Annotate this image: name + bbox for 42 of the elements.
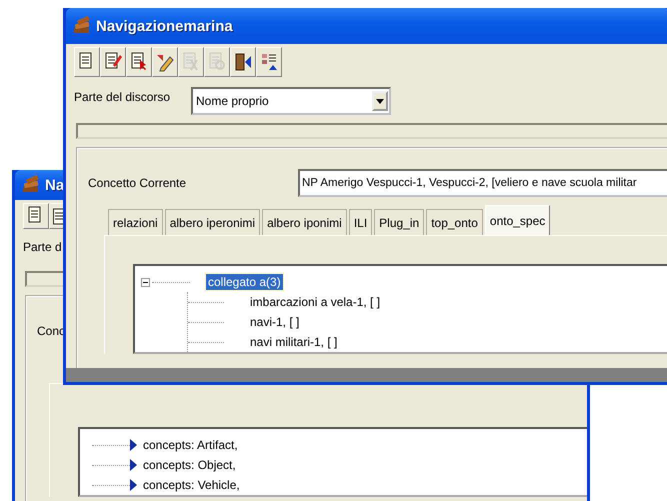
tree-item[interactable]: navi militari-1, [ ] [248, 334, 340, 350]
toolbar-button[interactable] [23, 203, 49, 229]
tab[interactable]: relazioni [108, 209, 163, 235]
field-label: Parte d [23, 240, 63, 254]
toolbar-button[interactable] [230, 47, 256, 77]
door-icon [233, 52, 253, 72]
document-icon [53, 208, 63, 224]
collapse-toggle[interactable] [141, 278, 150, 286]
tree-item[interactable]: concepts: Artifact, [141, 437, 240, 453]
toolbar-button[interactable] [74, 47, 100, 77]
books-icon [72, 16, 92, 36]
dropdown-arrow-icon [376, 98, 384, 104]
tab[interactable]: albero iponimi [262, 209, 347, 235]
tree-item[interactable]: navi-1, [ ] [248, 314, 302, 330]
current-concept-field[interactable]: NP Amerigo Vespucci-1, Vespucci-2, [veliero e nave scuola militar [298, 169, 667, 197]
toolbar-button[interactable] [256, 47, 282, 77]
toolbar-button[interactable] [126, 47, 152, 77]
part-of-speech-dropdown[interactable]: Nome proprio [191, 87, 391, 115]
document-search-icon [207, 52, 227, 72]
document-cursor-icon [129, 52, 149, 72]
tab[interactable]: albero iperonimi [164, 209, 260, 235]
pencil-icon [155, 52, 175, 72]
tab[interactable]: onto_spec [484, 205, 550, 235]
tab[interactable]: ILI [348, 209, 372, 235]
toolbar-button[interactable] [100, 47, 126, 77]
triangle-icon [130, 479, 137, 491]
triangle-icon [130, 439, 137, 451]
toolbar-button[interactable] [49, 203, 63, 229]
tab[interactable]: Plug_in [374, 209, 424, 235]
list-icon [259, 52, 279, 72]
tree-item[interactable]: concepts: Vehicle, [141, 477, 242, 493]
window-title: Na [45, 176, 64, 194]
tree-item[interactable]: imbarcazioni a vela-1, [ ] [248, 294, 382, 310]
books-icon [21, 175, 41, 195]
window-title: Navigazionemarina [96, 18, 233, 34]
field-label: Parte del discorso [74, 90, 172, 104]
tree-item[interactable]: concepts: Object, [141, 457, 238, 473]
tab[interactable]: top_onto [426, 209, 483, 235]
field-label: Concetto Corrente [87, 176, 188, 190]
triangle-icon [130, 459, 137, 471]
toolbar-button[interactable] [152, 47, 178, 77]
tree-item[interactable]: collegato a(3) [206, 274, 283, 290]
